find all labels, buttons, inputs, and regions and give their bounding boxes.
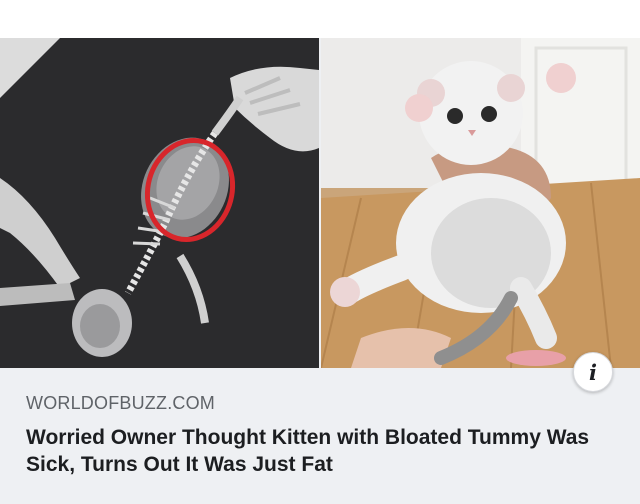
link-preview-card[interactable]: i WORLDOFBUZZ.COM Worried Owner Thought …	[0, 38, 640, 504]
preview-images[interactable]: i	[0, 38, 640, 392]
link-metadata[interactable]: WORLDOFBUZZ.COM Worried Owner Thought Ki…	[26, 393, 616, 478]
source-domain: WORLDOFBUZZ.COM	[26, 393, 215, 413]
kitten-photo-image[interactable]	[321, 38, 640, 368]
article-headline[interactable]: Worried Owner Thought Kitten with Bloate…	[26, 424, 616, 478]
info-icon[interactable]: i	[573, 352, 613, 392]
kitten-xray-image[interactable]	[0, 38, 319, 368]
top-bar	[0, 0, 640, 38]
